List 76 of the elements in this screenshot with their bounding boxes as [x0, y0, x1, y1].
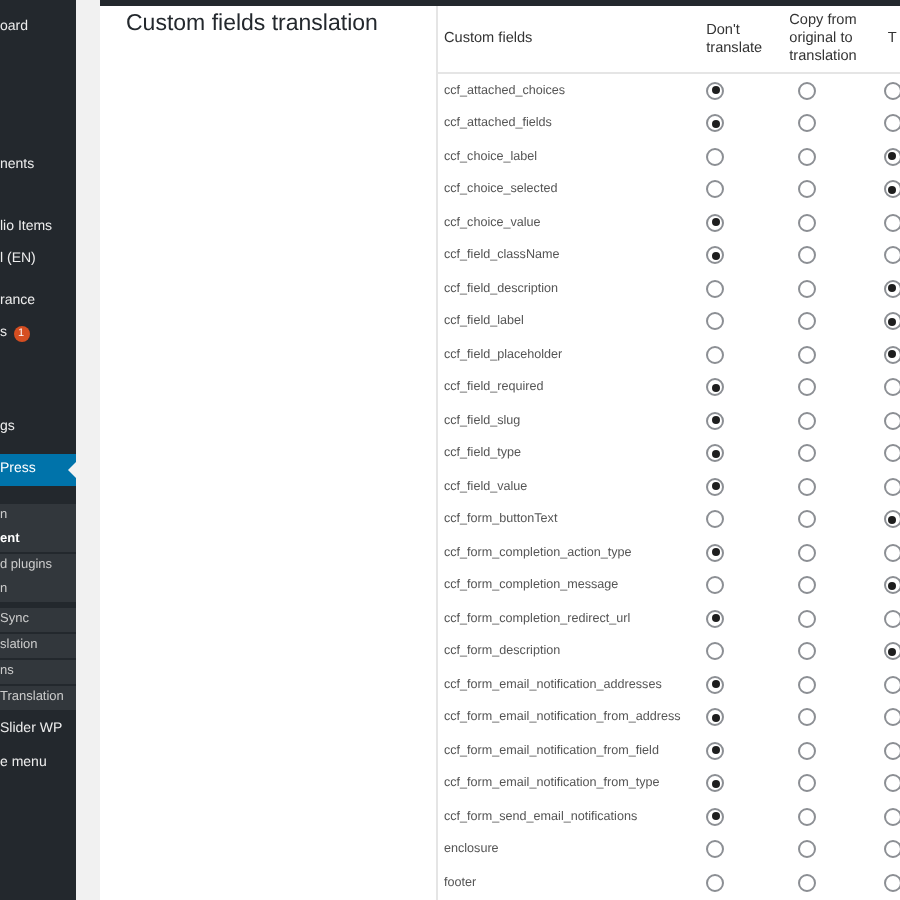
radio-button[interactable]	[883, 840, 900, 859]
radio-button[interactable]	[883, 81, 900, 100]
radio-button[interactable]	[706, 345, 725, 364]
radio-button[interactable]	[706, 279, 725, 298]
radio-button[interactable]	[706, 774, 725, 793]
radio-button[interactable]	[797, 312, 816, 331]
radio-button[interactable]	[797, 873, 816, 892]
radio-button[interactable]	[883, 774, 900, 793]
radio-button[interactable]	[883, 576, 900, 595]
radio-button[interactable]	[706, 477, 725, 496]
radio-button[interactable]	[706, 807, 725, 826]
radio-button[interactable]	[797, 708, 816, 727]
radio-button[interactable]	[797, 444, 816, 463]
radio-button[interactable]	[883, 807, 900, 826]
radio-button[interactable]	[797, 807, 816, 826]
radio-button[interactable]	[883, 510, 900, 529]
radio-button[interactable]	[883, 708, 900, 727]
radio-button[interactable]	[883, 147, 900, 166]
radio-button[interactable]	[797, 576, 816, 595]
radio-button[interactable]	[797, 477, 816, 496]
radio-button[interactable]	[797, 741, 816, 760]
radio-button[interactable]	[797, 510, 816, 529]
radio-button[interactable]	[706, 675, 725, 694]
radio-button[interactable]	[883, 477, 900, 496]
radio-button[interactable]	[706, 873, 725, 892]
radio-button[interactable]	[797, 543, 816, 562]
radio-button[interactable]	[706, 213, 725, 232]
radio-button[interactable]	[797, 180, 816, 199]
radio-button[interactable]	[797, 279, 816, 298]
radio-button[interactable]	[706, 840, 725, 859]
radio-button[interactable]	[797, 840, 816, 859]
radio-button[interactable]	[797, 213, 816, 232]
radio-button[interactable]	[797, 411, 816, 430]
radio-button[interactable]	[706, 708, 725, 727]
radio-button[interactable]	[883, 873, 900, 892]
radio-button[interactable]	[706, 510, 725, 529]
radio-button[interactable]	[706, 246, 725, 265]
radio-button[interactable]	[797, 345, 816, 364]
radio-button[interactable]	[883, 345, 900, 364]
radio-button[interactable]	[797, 774, 816, 793]
radio-button[interactable]	[706, 114, 725, 133]
radio-button[interactable]	[883, 279, 900, 298]
radio-button[interactable]	[797, 114, 816, 133]
radio-button[interactable]	[706, 444, 725, 463]
radio-button[interactable]	[883, 741, 900, 760]
radio-button[interactable]	[883, 411, 900, 430]
radio-button[interactable]	[706, 378, 725, 397]
radio-button[interactable]	[706, 147, 725, 166]
radio-button[interactable]	[883, 543, 900, 562]
radio-button[interactable]	[706, 609, 725, 628]
radio-button[interactable]	[706, 180, 725, 199]
radio-button[interactable]	[706, 411, 725, 430]
radio-button[interactable]	[883, 675, 900, 694]
radio-button[interactable]	[883, 246, 900, 265]
radio-button[interactable]	[883, 213, 900, 232]
radio-button[interactable]	[883, 312, 900, 331]
radio-button[interactable]	[797, 675, 816, 694]
radio-button[interactable]	[797, 246, 816, 265]
radio-button[interactable]	[883, 642, 900, 661]
radio-button[interactable]	[706, 642, 725, 661]
section-title: Custom fields translation	[124, 10, 380, 40]
radio-button[interactable]	[797, 81, 816, 100]
radio-button[interactable]	[706, 576, 725, 595]
radio-button[interactable]	[883, 444, 900, 463]
radio-button[interactable]	[706, 312, 725, 331]
radio-button[interactable]	[797, 147, 816, 166]
radio-button[interactable]	[706, 543, 725, 562]
radio-button[interactable]	[883, 114, 900, 133]
radio-button[interactable]	[797, 609, 816, 628]
radio-button[interactable]	[883, 609, 900, 628]
radio-button[interactable]	[706, 81, 725, 100]
radio-button[interactable]	[797, 642, 816, 661]
radio-button[interactable]	[706, 741, 725, 760]
radio-button[interactable]	[883, 378, 900, 397]
radio-button[interactable]	[797, 378, 816, 397]
radio-button[interactable]	[883, 180, 900, 199]
